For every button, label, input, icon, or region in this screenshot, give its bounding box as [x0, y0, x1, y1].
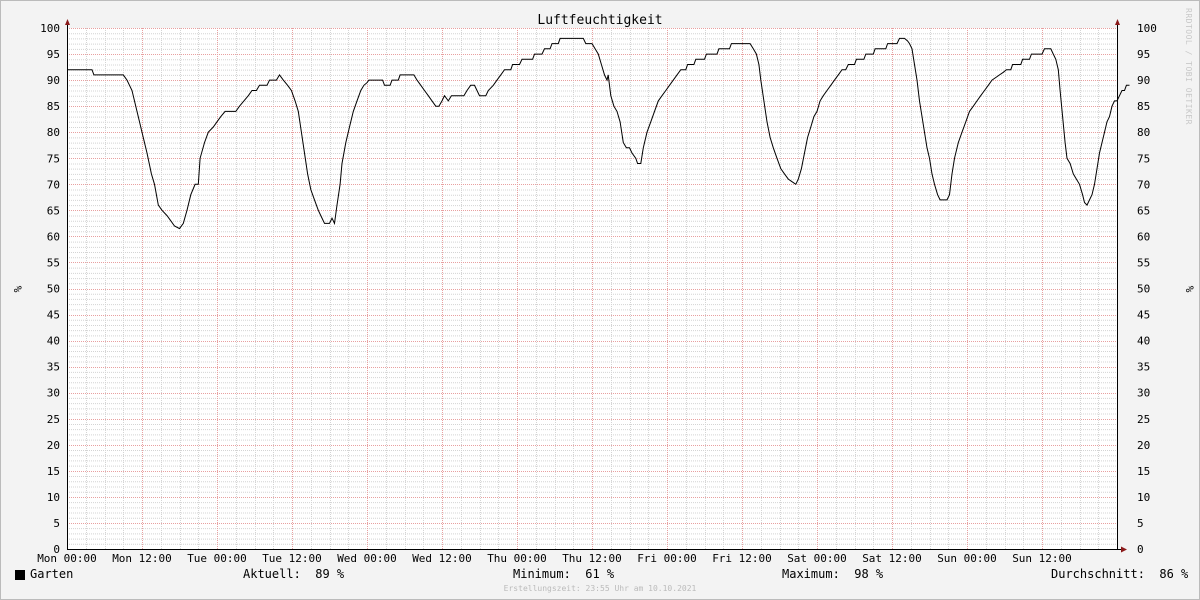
y-tick-label-left: 80	[47, 126, 60, 139]
y-tick-label-right: 100	[1137, 22, 1157, 35]
y-tick-label-right: 20	[1137, 439, 1150, 452]
y-tick-label-right: 25	[1137, 413, 1150, 426]
legend-aktuell: Aktuell: 89 %	[243, 567, 345, 581]
y-axis-right-ticks: 0 5 10 15 20 25 30 35 40 45 50 55 60 65 70 75 80 85 90 95 10…	[1137, 22, 1157, 556]
y-tick-label-right: 70	[1137, 178, 1150, 191]
y-tick-label-right: 0	[1137, 543, 1144, 556]
y-tick-label-left: 20	[47, 439, 60, 452]
y-tick-label-left: 25	[47, 413, 60, 426]
y-axis-left-ticks: 0510152025303540455055606570758085909510…	[40, 22, 60, 556]
y-tick-label-right: 85	[1137, 100, 1150, 113]
y-tick-label-left: 75	[47, 152, 60, 165]
y-tick-label-right: 15	[1137, 465, 1150, 478]
x-tick-label: Mon 00:00	[37, 552, 97, 565]
y-tick-label-left: 65	[47, 204, 60, 217]
x-tick-label: Fri 00:00	[637, 552, 697, 565]
x-tick-label: Thu 12:00	[562, 552, 622, 565]
legend-series-name: Garten	[30, 567, 74, 581]
y-tick-label-left: 45	[47, 309, 60, 322]
y-tick-label-right: 50	[1137, 283, 1150, 296]
y-tick-label-right: 35	[1137, 361, 1150, 374]
x-tick-label: Wed 00:00	[337, 552, 397, 565]
y-tick-label-right: 40	[1137, 335, 1150, 348]
x-tick-label: Wed 12:00	[412, 552, 472, 565]
y-tick-label-left: 15	[47, 465, 60, 478]
x-tick-label: Sat 00:00	[787, 552, 847, 565]
y-tick-label-right: 60	[1137, 230, 1150, 243]
legend-swatch-garten	[15, 570, 25, 580]
y-tick-label-left: 55	[47, 256, 60, 269]
legend-durchschnitt: Durchschnitt: 86 %	[1051, 567, 1189, 581]
y-tick-label-right: 75	[1137, 152, 1150, 165]
y-tick-label-right: 5	[1137, 517, 1144, 530]
y-tick-label-left: 85	[47, 100, 60, 113]
x-tick-label: Sat 12:00	[862, 552, 922, 565]
rrdtool-watermark: RRDTOOL / TOBI OETIKER	[1184, 8, 1193, 125]
y-tick-label-left: 40	[47, 335, 60, 348]
y-tick-label-left: 90	[47, 74, 60, 87]
footer-timestamp: Erstellungszeit: 23:55 Uhr am 10.10.2021	[503, 584, 697, 593]
x-tick-label: Tue 12:00	[262, 552, 322, 565]
legend-minimum: Minimum: 61 %	[513, 567, 615, 581]
y-tick-label-left: 70	[47, 178, 60, 191]
chart-canvas: Luftfeuchtigkeit 0 5 10 15 20 25 30 35 40 45 50 55 6…	[11, 13, 1196, 565]
y-tick-label-right: 95	[1137, 48, 1150, 61]
y-tick-label-left: 50	[47, 283, 60, 296]
y-tick-label-left: 10	[47, 491, 60, 504]
x-axis-arrow	[1121, 546, 1127, 553]
y-tick-label-right: 55	[1137, 256, 1150, 269]
y-tick-label-left: 100	[40, 22, 60, 35]
x-tick-label: Sun 12:00	[1012, 552, 1072, 565]
y-tick-label-left: 5	[53, 517, 60, 530]
y-tick-label-left: 95	[47, 48, 60, 61]
chart-title: Luftfeuchtigkeit	[537, 13, 662, 28]
y-tick-label-left: 35	[47, 361, 60, 374]
y-tick-label-right: 45	[1137, 309, 1150, 322]
x-tick-label: Tue 00:00	[187, 552, 247, 565]
x-tick-label: Fri 12:00	[712, 552, 772, 565]
y-tick-label-right: 30	[1137, 387, 1150, 400]
y-tick-label-left: 30	[47, 387, 60, 400]
x-tick-label: Mon 12:00	[112, 552, 172, 565]
y-tick-label-right: 80	[1137, 126, 1150, 139]
y-axis-label-left: %	[11, 286, 24, 293]
x-tick-label: Thu 00:00	[487, 552, 547, 565]
x-tick-label: Sun 00:00	[937, 552, 997, 565]
legend-maximum: Maximum: 98 %	[782, 567, 884, 581]
y-axis-arrow-left	[65, 19, 70, 25]
y-axis-label-right: %	[1183, 286, 1196, 293]
y-tick-label-right: 65	[1137, 204, 1150, 217]
y-tick-label-right: 90	[1137, 74, 1150, 87]
y-tick-label-left: 60	[47, 230, 60, 243]
x-axis-ticks: Mon 00:00 Mon 12:00 Tue 00:00 Tue 12:00 Wed …	[37, 552, 1072, 565]
y-tick-label-right: 10	[1137, 491, 1150, 504]
y-axis-arrow-right	[1115, 19, 1120, 25]
